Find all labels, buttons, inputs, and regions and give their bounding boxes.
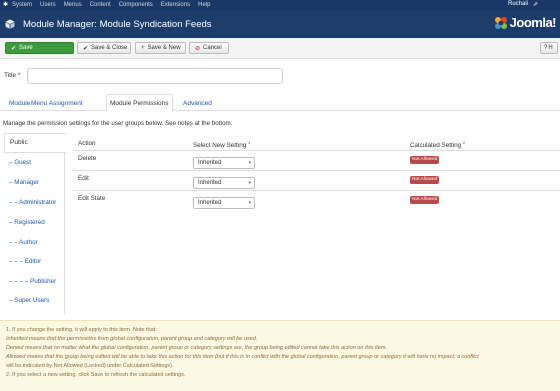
menu-system[interactable]: System [12,2,32,8]
group-editor[interactable]: – – – Editor [9,258,41,265]
help-label: H [548,45,553,51]
plus-icon: + [141,45,145,51]
save-close-label: Save & Close [91,45,128,51]
joomla-logo-icon [494,16,507,29]
page-title: Module Manager: Module Syndication Feeds [23,18,212,30]
status-badge: Not Allowed [410,196,440,204]
note-line: Inherited means that the permissions fro… [6,336,258,342]
status-badge: Not Allowed [410,156,440,164]
joomla-mini-icon[interactable]: ✱ [3,2,8,8]
joomla-logo: Joomla! [494,15,557,30]
note-line: will be indicated by Not Allowed (Locked… [6,363,174,369]
setting-value: Inherited [198,200,222,206]
action-label: Edit State [78,195,106,202]
permissions-intro: Manage the permission settings for the u… [3,120,233,127]
group-administrator[interactable]: – – Administrator [9,199,56,206]
menu-users[interactable]: Users [40,2,56,8]
table-row: Delete Inherited ▾ Not Allowed [73,150,560,170]
header-new-setting-text: Select New Setting [193,142,247,150]
save-new-label: Save & New [147,45,181,51]
save-button[interactable]: ✔ Save [5,42,74,54]
note-line: Allowed means that the group being edite… [6,354,479,360]
top-menubar: ✱ System Users Menus Content Components … [0,0,560,10]
group-publisher[interactable]: – – – – Publisher [9,278,56,285]
setting-select[interactable]: Inherited ▾ [193,197,255,209]
menu-components[interactable]: Components [119,2,153,8]
group-super-users[interactable]: – Super Users [9,297,49,304]
group-public[interactable]: Public [4,133,66,153]
header-calculated-text: Calculated Setting [410,142,462,150]
action-label: Edit [78,175,89,182]
help-button[interactable]: ? H [540,42,558,54]
tab-menu-assignment[interactable]: Menu Assignment [28,95,86,111]
save-new-button[interactable]: + Save & New [135,42,186,54]
setting-select[interactable]: Inherited ▾ [193,157,255,169]
note-line: Denied means that no matter what the glo… [6,345,387,351]
check-icon: ✔ [11,45,17,52]
header-new-setting-sup: 1 [247,140,251,145]
tab-module-permissions[interactable]: Module Permissions [106,94,173,112]
table-row: Edit State Inherited ▾ Not Allowed [73,190,560,210]
user-menu[interactable]: Ruchali [508,1,528,7]
status-badge: Not Allowed [410,176,440,184]
check-icon: ✔ [83,45,89,52]
chevron-down-icon: ▾ [248,160,251,166]
menu-extensions[interactable]: Extensions [161,2,190,8]
group-manager[interactable]: – Manager [9,179,39,186]
menu-menus[interactable]: Menus [64,2,82,8]
note-line: 1. If you change the setting, it will ap… [6,327,157,333]
page-header: Module Manager: Module Syndication Feeds… [0,10,560,38]
header-new-setting: Select New Setting 1 [193,140,250,149]
external-link-icon[interactable]: ⇗ [533,1,538,8]
group-author[interactable]: – – Author [9,239,38,246]
cancel-icon: ⊘ [195,45,201,52]
chevron-down-icon: ▾ [248,200,251,206]
tab-advanced[interactable]: Advanced [180,95,215,111]
chevron-down-icon: ▾ [248,180,251,186]
save-label: Save [19,45,33,51]
title-input[interactable] [27,68,283,84]
cancel-label: Cancel [203,45,222,51]
header-action: Action [78,140,96,147]
toolbar: ✔ Save ✔ Save & Close + Save & New ⊘ Can… [0,38,560,59]
tab-bar: Module Menu Assignment Module Permission… [0,92,560,112]
table-row: Edit Inherited ▾ Not Allowed [73,170,560,190]
group-guest[interactable]: – Guest [9,159,31,166]
header-calculated-sup: 2 [462,140,466,145]
note-line: 2. If you select a new setting, click Sa… [6,372,186,378]
setting-select[interactable]: Inherited ▾ [193,177,255,189]
cancel-button[interactable]: ⊘ Cancel [189,42,229,54]
group-registered[interactable]: – Registered [9,219,45,226]
setting-value: Inherited [198,180,222,186]
title-label: Title * [4,72,21,79]
menu-help[interactable]: Help [198,2,210,8]
permissions-notes: 1. If you change the setting, it will ap… [0,320,560,391]
setting-value: Inherited [198,160,222,166]
logo-text: Joomla! [509,15,557,30]
cube-icon [5,19,15,29]
user-groups-list: Public – Guest – Manager – – Administrat… [4,133,66,314]
header-calculated: Calculated Setting 2 [410,140,465,149]
action-label: Delete [78,155,97,162]
save-close-button[interactable]: ✔ Save & Close [77,42,131,54]
menu-content[interactable]: Content [90,2,111,8]
help-icon: ? [544,45,548,51]
